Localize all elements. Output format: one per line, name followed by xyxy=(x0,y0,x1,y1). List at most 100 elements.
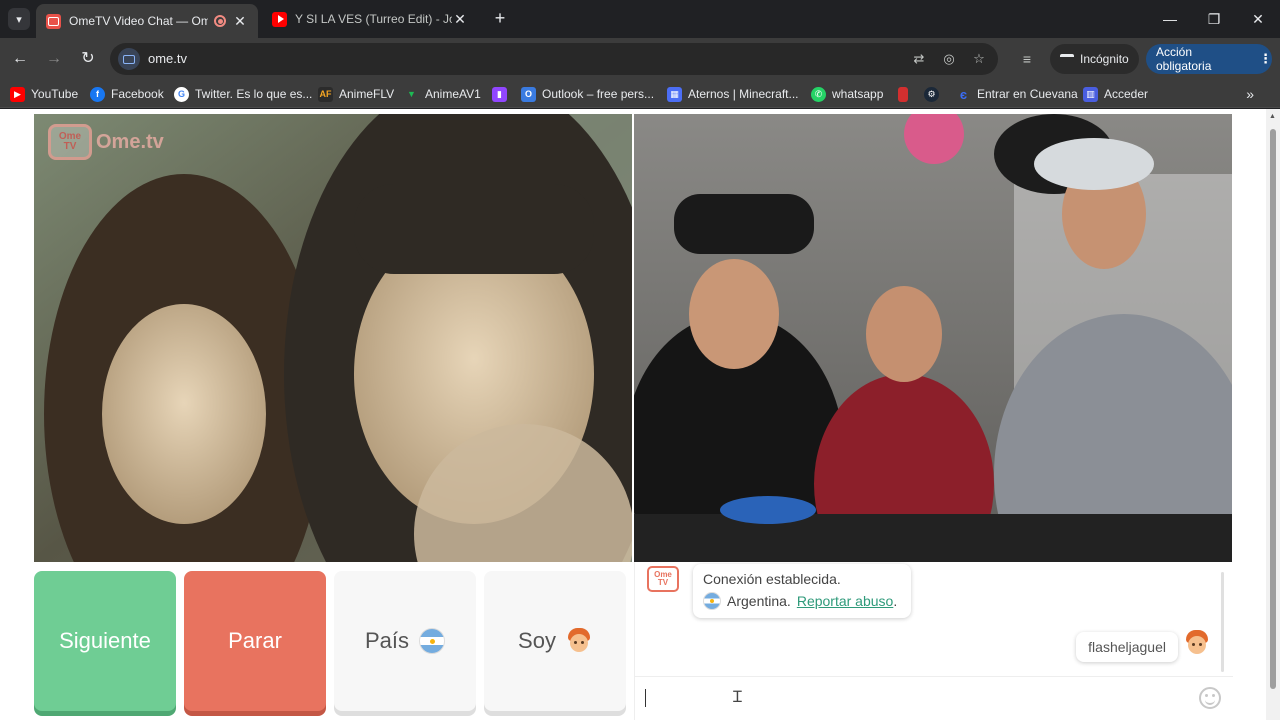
scroll-up-icon[interactable]: ▲ xyxy=(1269,113,1276,120)
youtube-icon: ▶ xyxy=(10,86,25,102)
bookmark-label: AnimeFLV xyxy=(339,87,395,101)
bookmark-label: Acceder xyxy=(1104,87,1149,101)
ometv-favicon-icon xyxy=(46,13,61,29)
bookmark-twitch[interactable]: ▮ xyxy=(492,86,507,102)
incognito-icon xyxy=(1060,54,1074,64)
bookmark-red[interactable] xyxy=(898,86,908,102)
chat-message-bubble: flasheljaguel xyxy=(1076,632,1178,662)
next-label: Siguiente xyxy=(59,628,151,653)
bookmark-youtube[interactable]: ▶ YouTube xyxy=(10,86,78,102)
scrollbar-thumb[interactable] xyxy=(1270,129,1276,689)
google-icon: G xyxy=(174,86,189,102)
bookmark-label: Entrar en Cuevana xyxy=(977,87,1078,101)
chat-message-text: flasheljaguel xyxy=(1088,639,1166,655)
ometv-page: Ome TV Ome.tv Siguiente Parar País Soy O… xyxy=(0,109,1266,720)
translate-icon[interactable]: ⇄ xyxy=(910,51,928,67)
bookmark-cuevana[interactable]: є Entrar en Cuevana xyxy=(956,86,1078,102)
partner-country: Argentina. xyxy=(727,593,791,609)
bookmark-steam[interactable]: ⚙ xyxy=(924,86,939,102)
bookmark-label: AnimeAV1 xyxy=(425,87,481,101)
bookmark-label: Aternos | Minecraft... xyxy=(688,87,799,101)
chat-input-field[interactable]: Ɪ xyxy=(635,676,1233,720)
aternos-icon: ▦ xyxy=(667,86,682,102)
cuevana-icon: є xyxy=(959,86,968,102)
close-window-button[interactable]: ✕ xyxy=(1238,6,1278,32)
bookmark-label: YouTube xyxy=(31,87,79,101)
self-video xyxy=(634,114,1232,562)
bookmark-animeflv[interactable]: AF AnimeFLV xyxy=(318,86,394,102)
bookmarks-bar: ▶ YouTube f Facebook G Twitter. Es lo qu… xyxy=(0,80,1280,108)
boy-icon xyxy=(566,628,592,654)
required-action-label: Acción obligatoria xyxy=(1156,45,1212,73)
facebook-icon: f xyxy=(90,86,105,102)
bookmark-facebook[interactable]: f Facebook xyxy=(90,86,164,102)
bookmark-aternos[interactable]: ▦ Aternos | Minecraft... xyxy=(667,86,799,102)
logo-text: Ome.tv xyxy=(96,130,164,153)
bookmark-whatsapp[interactable]: ✆ whatsapp xyxy=(811,86,883,102)
system-message: Conexión establecida. Argentina. Reporta… xyxy=(693,564,911,618)
minimize-button[interactable]: — xyxy=(1150,6,1190,32)
self-video-frame xyxy=(634,114,1232,562)
site-info-icon[interactable] xyxy=(118,48,140,70)
stop-label: Parar xyxy=(228,628,282,653)
reload-button[interactable]: ↻ xyxy=(76,47,100,71)
partner-video: Ome TV Ome.tv xyxy=(34,114,632,562)
report-suffix: . xyxy=(893,593,898,609)
report-abuse-link[interactable]: Reportar abuso xyxy=(797,593,894,609)
animeflv-icon: AF xyxy=(318,86,333,102)
forward-button[interactable]: → xyxy=(42,47,66,71)
argentina-flag-icon xyxy=(419,628,446,654)
close-tab-icon[interactable]: ✕ xyxy=(452,11,468,28)
recording-icon xyxy=(214,15,226,27)
ometv-chat-logo-icon: Ome TV xyxy=(647,566,679,592)
url-text: ome.tv xyxy=(148,51,188,66)
emoji-icon[interactable] xyxy=(1199,687,1221,709)
gender-label: Soy xyxy=(518,628,556,653)
required-action-button[interactable]: Acción obligatoria ⋮ xyxy=(1146,44,1272,74)
bookmark-label: whatsapp xyxy=(832,87,884,101)
country-label: País xyxy=(364,628,410,653)
partner-video-frame xyxy=(34,114,632,562)
maximize-button[interactable]: ❐ xyxy=(1194,6,1234,32)
tracking-protection-icon[interactable]: ◎ xyxy=(940,51,958,67)
gender-button[interactable]: Soy xyxy=(484,571,626,711)
twitch-icon: ▮ xyxy=(492,86,507,102)
country-button[interactable]: País xyxy=(334,571,476,711)
menu-dots-icon: ⋮ xyxy=(1259,51,1272,66)
browser-toolbar: ← → ↻ ome.tv ⇄ ◎ ☆ ≡ Incógnito Acción ob… xyxy=(0,38,1280,80)
outlook-icon: O xyxy=(521,86,536,102)
youtube-favicon-icon xyxy=(272,11,287,27)
tab-ometv[interactable]: OmeTV Video Chat — Ome ✕ xyxy=(36,4,258,38)
address-bar[interactable]: ome.tv ⇄ ◎ ☆ xyxy=(110,43,998,75)
media-controls-icon[interactable]: ≡ xyxy=(1018,50,1036,68)
tab-search-button[interactable]: ▾ xyxy=(8,8,30,30)
ometv-watermark-logo: Ome TV Ome.tv xyxy=(48,124,164,160)
stop-button[interactable]: Parar xyxy=(184,571,326,711)
acceder-icon: ▥ xyxy=(1083,86,1098,102)
tab-title: Y SI LA VES (Turreo Edit) - Jona xyxy=(295,12,452,26)
bookmark-label: Twitter. Es lo que es... xyxy=(195,87,313,101)
chat-panel: Ome TV Conexión establecida. Argentina. R… xyxy=(634,562,1233,720)
tab-youtube-video[interactable]: Y SI LA VES (Turreo Edit) - Jona ✕ xyxy=(262,4,478,34)
bookmark-star-icon[interactable]: ☆ xyxy=(970,51,988,67)
steam-icon: ⚙ xyxy=(924,86,939,102)
ometv-tv-icon: Ome TV xyxy=(48,124,92,160)
next-button[interactable]: Siguiente xyxy=(34,571,176,711)
new-tab-button[interactable]: + xyxy=(490,8,510,28)
bookmark-acceder[interactable]: ▥ Acceder xyxy=(1083,86,1148,102)
bookmark-twitter[interactable]: G Twitter. Es lo que es... xyxy=(174,86,312,102)
more-bookmarks-icon[interactable]: » xyxy=(1246,86,1254,102)
argentina-flag-icon xyxy=(703,592,721,610)
bookmark-animeav1[interactable]: ▼ AnimeAV1 xyxy=(404,86,481,102)
bookmark-outlook[interactable]: O Outlook – free pers... xyxy=(521,86,654,102)
connection-status: Conexión establecida. xyxy=(703,571,841,587)
red-bookmark-icon xyxy=(898,86,908,102)
close-tab-icon[interactable]: ✕ xyxy=(232,13,248,30)
incognito-indicator[interactable]: Incógnito xyxy=(1050,44,1139,74)
chat-scrollbar[interactable] xyxy=(1221,572,1224,672)
back-button[interactable]: ← xyxy=(8,47,32,71)
page-scrollbar[interactable]: ▲ xyxy=(1266,109,1280,720)
bookmark-label: Outlook – free pers... xyxy=(542,87,655,101)
mouse-ibeam-cursor-icon: Ɪ xyxy=(733,689,742,706)
whatsapp-icon: ✆ xyxy=(811,86,826,102)
